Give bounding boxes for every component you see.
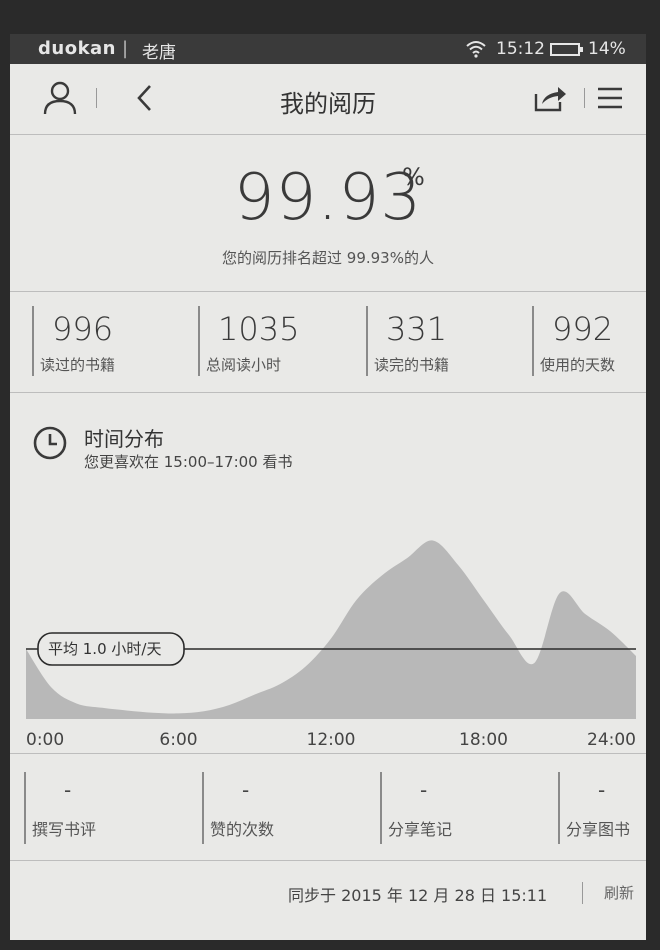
wifi-icon xyxy=(466,41,486,58)
sync-timestamp: 同步于 2015 年 12 月 28 日 15:11 xyxy=(288,886,548,905)
stat-label: 读完的书籍 xyxy=(374,356,450,374)
x-tick-label: 0:00 xyxy=(26,730,64,750)
average-label: 平均 1.0 小时/天 xyxy=(48,640,161,658)
time-distribution-section: 时间分布 您更喜欢在 15:00–17:00 看书 平均 1.0 小时/天 0:… xyxy=(10,393,646,754)
footer-divider xyxy=(582,882,583,904)
counter-value: - xyxy=(598,778,606,802)
chart-area xyxy=(26,540,636,719)
clock-time: 15:12 xyxy=(496,39,545,59)
counter-value: - xyxy=(420,778,428,802)
activity-counters: - 撰写书评 - 赞的次数 - 分享笔记 - 分享图书 xyxy=(10,754,646,861)
stat-value: 331 xyxy=(386,310,448,348)
device-screen: duokan | 老唐 15:12 14% 我的阅历 99.93 % 您的阅历排… xyxy=(0,0,660,950)
stat-total-hours: 1035 总阅读小时 xyxy=(198,306,360,376)
counter-label: 分享图书 xyxy=(566,820,631,839)
counter-shared-books[interactable]: - 分享图书 xyxy=(558,772,646,844)
counter-value: - xyxy=(242,778,250,802)
app-page: duokan | 老唐 15:12 14% 我的阅历 99.93 % 您的阅历排… xyxy=(10,34,646,940)
distribution-subtitle: 您更喜欢在 15:00–17:00 看书 xyxy=(84,453,293,471)
stats-section: 996 读过的书籍 1035 总阅读小时 331 读完的书籍 992 使用的天数 xyxy=(10,292,646,393)
footer-bar: 同步于 2015 年 12 月 28 日 15:11 刷新 xyxy=(10,862,646,940)
stat-label: 总阅读小时 xyxy=(206,356,282,374)
distribution-title: 时间分布 xyxy=(84,427,164,451)
ranking-section: 99.93 % 您的阅历排名超过 99.93%的人 xyxy=(10,135,646,292)
counter-label: 分享笔记 xyxy=(388,820,453,839)
stat-books-read: 996 读过的书籍 xyxy=(32,306,194,376)
x-tick-label: 6:00 xyxy=(159,730,197,750)
counter-likes[interactable]: - 赞的次数 xyxy=(202,772,364,844)
header-divider xyxy=(584,88,585,108)
ranking-value: 99.93 xyxy=(233,161,423,235)
menu-icon[interactable] xyxy=(590,78,630,118)
stat-label: 读过的书籍 xyxy=(40,356,116,374)
counter-value: - xyxy=(64,778,72,802)
battery-percent: 14% xyxy=(588,39,626,59)
counter-label: 赞的次数 xyxy=(210,820,275,839)
stat-value: 992 xyxy=(552,310,614,348)
status-bar: duokan | 老唐 15:12 14% xyxy=(10,34,646,64)
clock-icon xyxy=(33,426,67,460)
refresh-button[interactable]: 刷新 xyxy=(604,882,634,903)
stat-label: 使用的天数 xyxy=(540,356,616,374)
x-tick-label: 24:00 xyxy=(587,730,636,750)
stat-value: 1035 xyxy=(218,310,300,348)
ranking-unit: % xyxy=(402,163,425,191)
counter-label: 撰写书评 xyxy=(32,820,97,839)
header-bar: 我的阅历 xyxy=(10,64,646,135)
status-separator: | xyxy=(122,38,129,59)
brand-logo: duokan xyxy=(38,38,116,59)
share-icon[interactable] xyxy=(530,78,570,118)
stat-days-used: 992 使用的天数 xyxy=(532,306,646,376)
time-distribution-chart: 平均 1.0 小时/天 0:00 6:00 12:00 18:00 24:00 xyxy=(26,540,636,750)
battery-icon xyxy=(550,43,583,56)
counter-reviews[interactable]: - 撰写书评 xyxy=(24,772,186,844)
x-tick-label: 12:00 xyxy=(307,730,356,750)
ranking-description: 您的阅历排名超过 99.93%的人 xyxy=(222,249,434,267)
stat-books-finished: 331 读完的书籍 xyxy=(366,306,528,376)
stat-value: 996 xyxy=(52,310,114,348)
x-tick-label: 18:00 xyxy=(459,730,508,750)
counter-shared-notes[interactable]: - 分享笔记 xyxy=(380,772,542,844)
user-name: 老唐 xyxy=(142,43,176,63)
